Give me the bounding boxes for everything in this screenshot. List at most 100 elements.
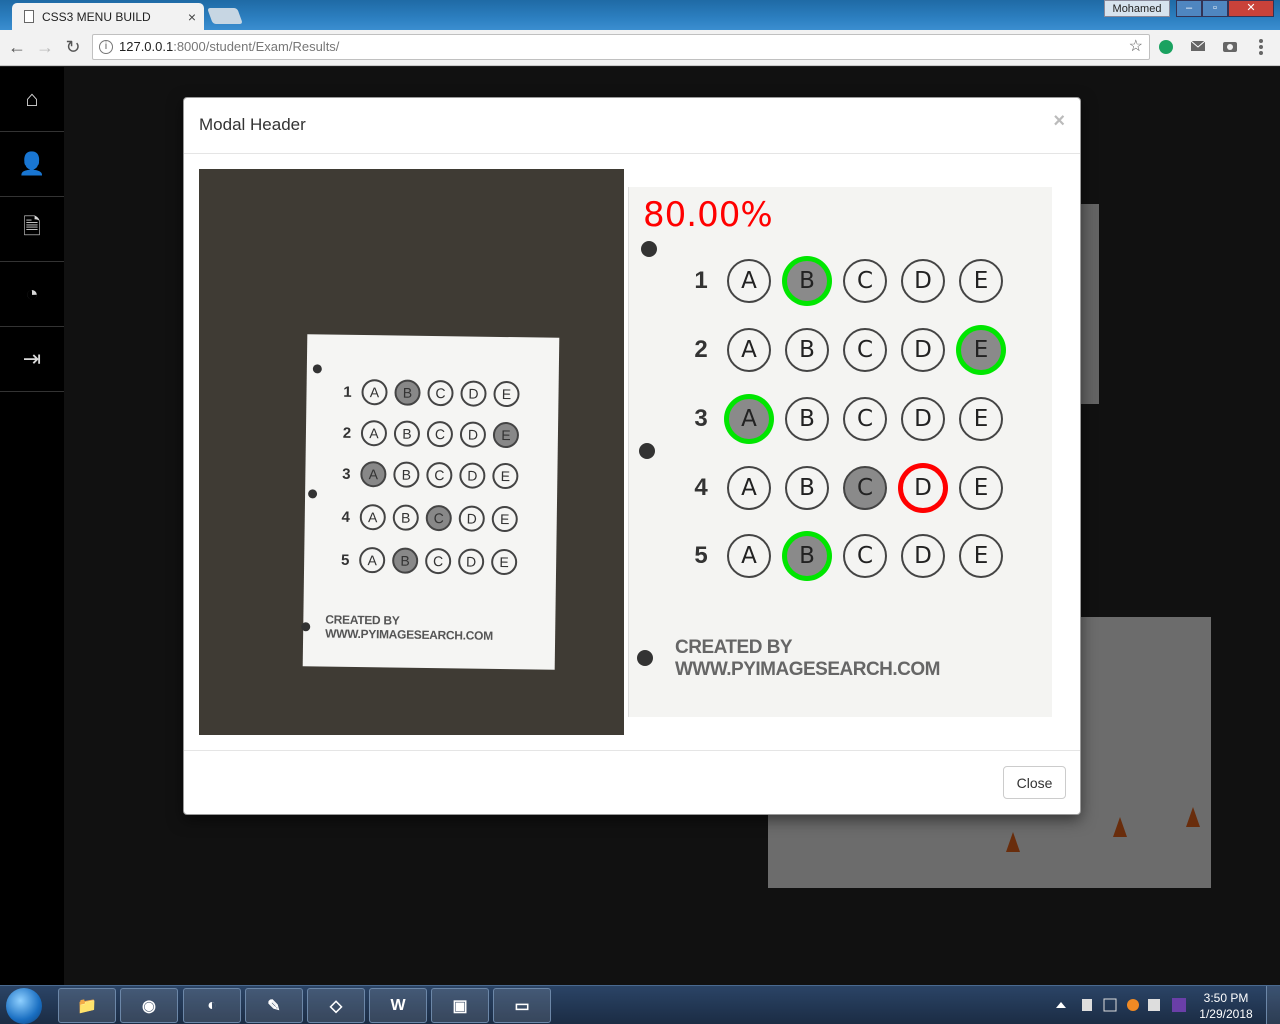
tab-title: CSS3 MENU BUILD xyxy=(42,9,151,24)
question-number: 1 xyxy=(694,267,708,294)
answer-bubble: B xyxy=(394,379,421,406)
punch-hole xyxy=(637,650,653,666)
answer-row: 1ABCDE xyxy=(340,379,520,408)
reload-icon[interactable]: ↻ xyxy=(62,36,84,58)
volume-icon[interactable] xyxy=(1082,999,1092,1011)
graded-bubble: E xyxy=(959,397,1003,441)
graded-bubble: E xyxy=(959,466,1003,510)
url-path: :8000/student/Exam/Results/ xyxy=(173,39,340,54)
graded-bubble: C xyxy=(843,328,887,372)
taskbar: 📁 ◉ ◐ ✎ ◇ W ▣ ▭ 3:50 PM 1/29/2018 xyxy=(0,985,1280,1024)
graded-sheet: 80.00% CREATED BY WWW.PYIMAGESEARCH.COM … xyxy=(628,187,1052,717)
answer-bubble: A xyxy=(360,461,387,488)
address-bar[interactable]: i 127.0.0.1:8000/student/Exam/Results/ ☆ xyxy=(92,34,1150,60)
answer-bubble: C xyxy=(426,420,454,448)
answer-bubble: D xyxy=(459,421,487,448)
taskbar-app-cmd[interactable]: ▭ xyxy=(493,988,551,1023)
minimize-button[interactable]: – xyxy=(1176,0,1202,17)
results-modal: Modal Header × CREATED BY WWW.PYIMAGESEA… xyxy=(183,97,1081,815)
new-tab-button[interactable] xyxy=(207,8,243,24)
user-icon: 👤 xyxy=(18,151,46,176)
graded-bubble: A xyxy=(727,259,771,303)
answer-bubble: D xyxy=(458,505,485,532)
start-button[interactable] xyxy=(6,988,42,1024)
taskbar-app-app-3[interactable]: ◐ xyxy=(183,988,241,1023)
graded-row: 4ABCDE xyxy=(689,466,1003,510)
app-7-icon: ▣ xyxy=(452,997,468,1015)
graded-credit: CREATED BY WWW.PYIMAGESEARCH.COM xyxy=(675,637,941,680)
show-desktop-button[interactable] xyxy=(1266,986,1280,1024)
network-icon[interactable] xyxy=(1103,998,1117,1012)
flag-icon[interactable] xyxy=(1148,999,1160,1011)
browser-tab[interactable]: CSS3 MENU BUILD × xyxy=(12,3,204,30)
taskbar-app-chrome[interactable]: ◉ xyxy=(120,988,178,1023)
app-3-icon: ◐ xyxy=(207,996,217,1014)
clock-time: 3:50 PM xyxy=(1203,991,1249,1005)
bookmark-star-icon[interactable]: ☆ xyxy=(1129,35,1143,59)
sidebar-item-results[interactable]: ◔ xyxy=(0,262,64,327)
taskbar-app-notepad-plus[interactable]: ✎ xyxy=(245,988,303,1023)
graded-bubble: A xyxy=(727,397,771,441)
profile-button[interactable]: Mohamed xyxy=(1104,0,1170,17)
answer-sheet: CREATED BY WWW.PYIMAGESEARCH.COM 1ABCDE2… xyxy=(301,334,560,670)
graded-bubble: A xyxy=(727,328,771,372)
graded-bubble: E xyxy=(959,259,1003,303)
question-number: 4 xyxy=(341,508,351,526)
answer-bubble: C xyxy=(427,379,454,407)
graded-bubble: D xyxy=(901,259,945,303)
answer-row: 4ABCDE xyxy=(339,504,518,533)
chrome-icon: ◉ xyxy=(142,997,156,1015)
taskbar-app-app-7[interactable]: ▣ xyxy=(431,988,489,1023)
close-button[interactable]: Close xyxy=(1003,766,1066,799)
maximize-button[interactable]: ▫ xyxy=(1202,0,1228,17)
taskbar-app-explorer[interactable]: 📁 xyxy=(58,988,116,1023)
document-icon: 🗎 xyxy=(23,214,41,239)
answer-row: 5ABCDE xyxy=(338,547,518,576)
app-5-icon: ◇ xyxy=(329,997,343,1015)
word-icon: W xyxy=(390,996,406,1014)
graded-bubble: C xyxy=(843,466,887,510)
sidebar-item-exams[interactable]: 🗎 xyxy=(0,197,64,262)
score-text: 80.00% xyxy=(643,195,773,235)
clock[interactable]: 3:50 PM 1/29/2018 xyxy=(1196,990,1256,1022)
logout-icon: ⇥ xyxy=(22,346,42,371)
graded-bubble: E xyxy=(959,328,1003,372)
taskbar-app-app-5[interactable]: ◇ xyxy=(307,988,365,1023)
punch-hole xyxy=(312,364,322,374)
window-close-button[interactable]: ✕ xyxy=(1228,0,1274,17)
mail-icon[interactable] xyxy=(1190,39,1206,53)
close-icon[interactable]: × xyxy=(1053,110,1065,133)
graded-row: 3ABCDE xyxy=(689,397,1003,441)
info-icon[interactable]: i xyxy=(99,40,113,54)
question-number: 1 xyxy=(343,383,352,401)
browser-toolbar: ← → ↻ i 127.0.0.1:8000/student/Exam/Resu… xyxy=(0,30,1280,66)
graded-bubble: B xyxy=(785,397,829,441)
answer-bubble: D xyxy=(460,380,487,407)
sidebar-item-home[interactable]: ⌂ xyxy=(0,67,64,132)
answer-bubble: A xyxy=(360,420,388,447)
extension-green-icon[interactable] xyxy=(1158,39,1174,55)
tray-expand-icon[interactable] xyxy=(1056,1002,1066,1008)
back-icon[interactable]: ← xyxy=(6,36,28,58)
camera-icon[interactable] xyxy=(1222,39,1238,53)
notepad-plus-icon: ✎ xyxy=(267,997,281,1015)
punch-hole xyxy=(641,241,657,257)
answer-row: 2ABCDE xyxy=(340,420,520,449)
answer-bubble: C xyxy=(424,547,452,575)
monitor-icon[interactable] xyxy=(1172,998,1186,1012)
graded-bubble: D xyxy=(901,328,945,372)
sidebar-item-logout[interactable]: ⇥ xyxy=(0,327,64,392)
answer-bubble: E xyxy=(492,462,519,490)
tab-close-icon[interactable]: × xyxy=(188,9,196,25)
home-icon: ⌂ xyxy=(25,86,39,111)
sidebar-item-profile[interactable]: 👤 xyxy=(0,132,64,197)
taskbar-app-word[interactable]: W xyxy=(369,988,427,1023)
modal-title: Modal Header xyxy=(199,115,306,134)
cmd-icon: ▭ xyxy=(514,997,530,1015)
avast-icon[interactable] xyxy=(1127,999,1139,1011)
answer-bubble: B xyxy=(391,547,419,574)
answer-bubble: C xyxy=(426,461,453,489)
forward-icon[interactable]: → xyxy=(34,36,56,58)
graded-bubble: B xyxy=(785,466,829,510)
menu-icon[interactable] xyxy=(1259,39,1263,55)
